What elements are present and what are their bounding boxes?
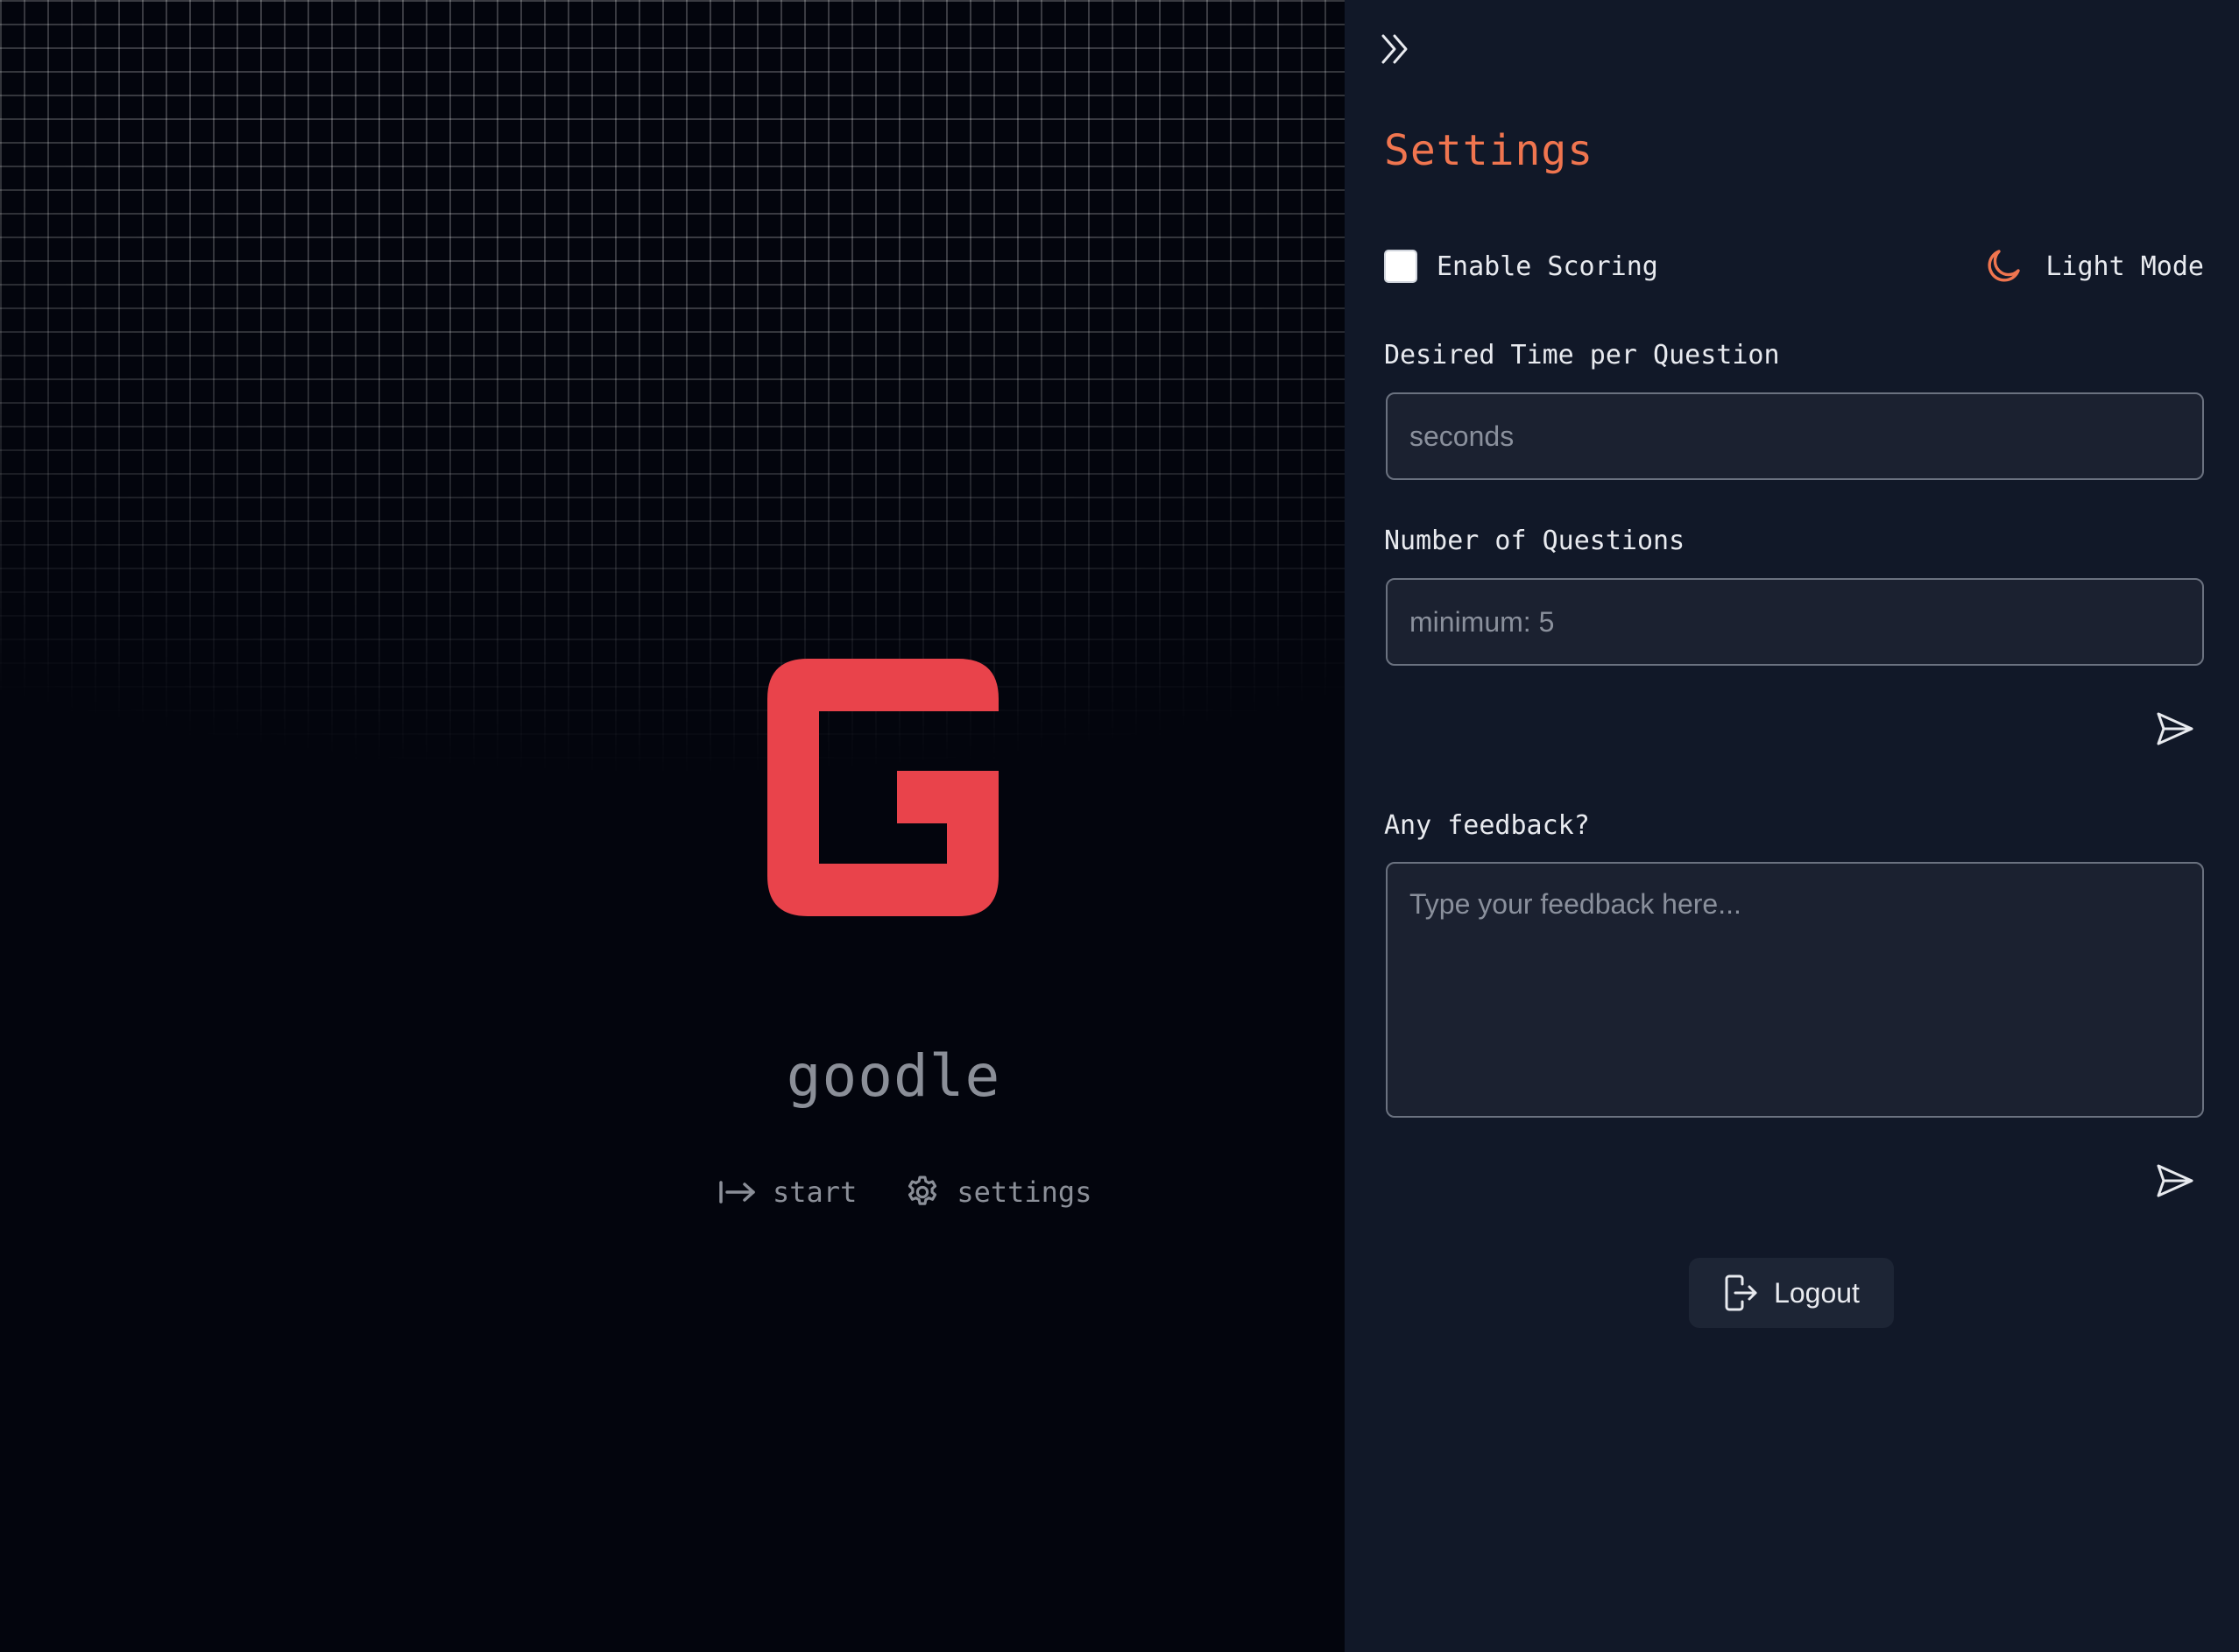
save-settings-button[interactable] bbox=[2154, 708, 2196, 750]
enable-scoring-checkbox[interactable] bbox=[1384, 250, 1417, 283]
arrow-right-to-bar-icon bbox=[719, 1181, 755, 1204]
logout-icon bbox=[1725, 1274, 1757, 1311]
number-of-questions-input[interactable] bbox=[1386, 578, 2204, 666]
theme-toggle-button[interactable]: Light Mode bbox=[1982, 245, 2204, 287]
brand-name: goodle bbox=[786, 1042, 1001, 1110]
number-of-questions-label: Number of Questions bbox=[1384, 526, 1685, 556]
enable-scoring-label: Enable Scoring bbox=[1437, 251, 1658, 282]
chevrons-right-icon bbox=[1381, 34, 1408, 64]
settings-title: Settings bbox=[1384, 126, 1594, 175]
moon-icon bbox=[1988, 250, 2021, 282]
app-root: goodle start settings Settings Enable Sc… bbox=[0, 0, 2239, 1652]
settings-panel: Settings Enable Scoring Light Mode Desir… bbox=[1345, 0, 2239, 1652]
enable-scoring-toggle[interactable]: Enable Scoring bbox=[1384, 250, 1658, 283]
logout-button[interactable]: Logout bbox=[1689, 1258, 1894, 1328]
feedback-textarea[interactable] bbox=[1386, 862, 2204, 1118]
grid-background bbox=[0, 0, 1345, 823]
time-per-question-label: Desired Time per Question bbox=[1384, 340, 1780, 371]
start-link[interactable]: start bbox=[718, 1175, 857, 1209]
start-label: start bbox=[773, 1175, 858, 1209]
collapse-panel-button[interactable] bbox=[1378, 32, 1413, 67]
send-icon bbox=[2157, 712, 2193, 745]
g-logo-icon bbox=[767, 659, 999, 916]
theme-toggle-label: Light Mode bbox=[2045, 251, 2204, 282]
landing-nav: start settings bbox=[718, 1174, 1091, 1211]
feedback-label: Any feedback? bbox=[1384, 810, 1590, 841]
gear-icon bbox=[908, 1175, 937, 1205]
send-icon bbox=[2157, 1164, 2193, 1197]
logout-label: Logout bbox=[1774, 1276, 1860, 1309]
landing-area: goodle start settings bbox=[0, 0, 1345, 1652]
settings-link[interactable]: settings bbox=[904, 1174, 1091, 1211]
send-feedback-button[interactable] bbox=[2154, 1160, 2196, 1202]
time-per-question-input[interactable] bbox=[1386, 392, 2204, 480]
toggle-row: Enable Scoring Light Mode bbox=[1384, 245, 2204, 287]
settings-label: settings bbox=[957, 1175, 1092, 1209]
